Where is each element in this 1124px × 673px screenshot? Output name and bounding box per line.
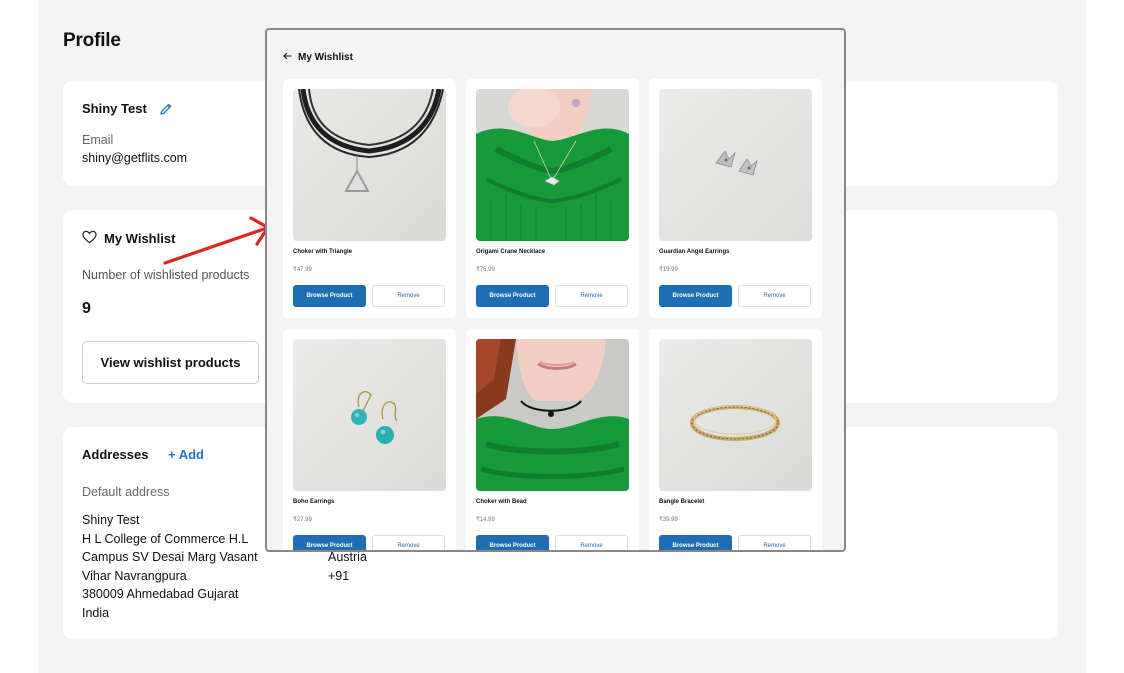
arrow-left-icon[interactable] <box>283 52 292 63</box>
address-line: H L College of Commerce H.L <box>82 531 249 546</box>
product-image[interactable] <box>659 89 812 241</box>
remove-button[interactable]: Remove <box>738 285 811 307</box>
modal-header: My Wishlist <box>283 52 353 63</box>
wishlist-count: 9 <box>82 300 91 317</box>
browse-product-button[interactable]: Browse Product <box>293 285 366 307</box>
product-image[interactable] <box>476 339 629 491</box>
address-line: Shiny Test <box>82 513 140 527</box>
product-name[interactable]: Choker with Triangle <box>293 249 352 255</box>
browse-product-button[interactable]: Browse Product <box>659 535 732 550</box>
wishlist-modal: My Wishlist Choker with Triangle ₹47.99 … <box>265 28 846 552</box>
profile-name-row: Shiny Test <box>82 101 173 116</box>
profile-name: Shiny Test <box>82 101 147 116</box>
product-price: ₹14.99 <box>476 517 495 523</box>
product-card: Boho Earrings ₹27.99 Browse Product Remo… <box>283 329 456 550</box>
remove-button[interactable]: Remove <box>555 285 628 307</box>
product-image[interactable] <box>659 339 812 491</box>
product-card: Guardian Angel Earrings ₹19.99 Browse Pr… <box>649 79 822 318</box>
product-card: Choker with Triangle ₹47.99 Browse Produ… <box>283 79 456 318</box>
add-address-link[interactable]: + Add <box>168 447 204 462</box>
product-name[interactable]: Choker with Bead <box>476 499 527 505</box>
product-card: Origami Crane Necklace ₹75.99 Browse Pro… <box>466 79 639 318</box>
email-label: Email <box>82 133 114 147</box>
annotation-arrow-icon <box>163 216 270 265</box>
product-price: ₹19.99 <box>659 267 678 273</box>
address-line: India <box>82 605 110 620</box>
browse-product-button[interactable]: Browse Product <box>659 285 732 307</box>
browse-product-button[interactable]: Browse Product <box>476 535 549 550</box>
address-line: Vihar Navrangpura <box>82 568 187 583</box>
browse-product-button[interactable]: Browse Product <box>293 535 366 550</box>
product-price: ₹75.99 <box>476 267 495 273</box>
address-extra-lines: Austria +91 <box>328 548 367 585</box>
product-name[interactable]: Guardian Angel Earrings <box>659 249 729 255</box>
remove-button[interactable]: Remove <box>372 285 445 307</box>
default-address-label: Default address <box>82 485 170 499</box>
product-price: ₹39.99 <box>659 517 678 523</box>
product-price: ₹47.99 <box>293 267 312 273</box>
product-card: Bangle Bracelet ₹39.99 Browse Product Re… <box>649 329 822 550</box>
product-name[interactable]: Bangle Bracelet <box>659 499 704 505</box>
product-name[interactable]: Boho Earrings <box>293 499 334 505</box>
remove-button[interactable]: Remove <box>372 535 445 550</box>
email-value: shiny@getflits.com <box>82 151 188 165</box>
address-phone: +91 <box>328 568 350 583</box>
remove-button[interactable]: Remove <box>555 535 628 550</box>
product-image[interactable] <box>476 89 629 241</box>
wishlist-count-label: Number of wishlisted products <box>82 268 250 282</box>
product-card: Choker with Bead ₹14.99 Browse Product R… <box>466 329 639 550</box>
page-title: Profile <box>63 30 121 51</box>
product-image[interactable] <box>293 89 446 241</box>
modal-title: My Wishlist <box>298 52 353 63</box>
product-image[interactable] <box>293 339 446 491</box>
browse-product-button[interactable]: Browse Product <box>476 285 549 307</box>
remove-button[interactable]: Remove <box>738 535 811 550</box>
view-wishlist-button[interactable]: View wishlist products <box>82 341 259 384</box>
address-line: Campus SV Desai Marg Vasant <box>82 550 258 565</box>
edit-pencil-icon[interactable] <box>159 102 173 116</box>
product-price: ₹27.99 <box>293 517 312 523</box>
product-name[interactable]: Origami Crane Necklace <box>476 249 545 255</box>
address-lines: Shiny Test H L College of Commerce H.L C… <box>82 511 258 623</box>
heart-icon <box>82 230 97 247</box>
addresses-heading: Addresses <box>82 447 149 462</box>
address-line: 380009 Ahmedabad Gujarat <box>82 587 239 602</box>
